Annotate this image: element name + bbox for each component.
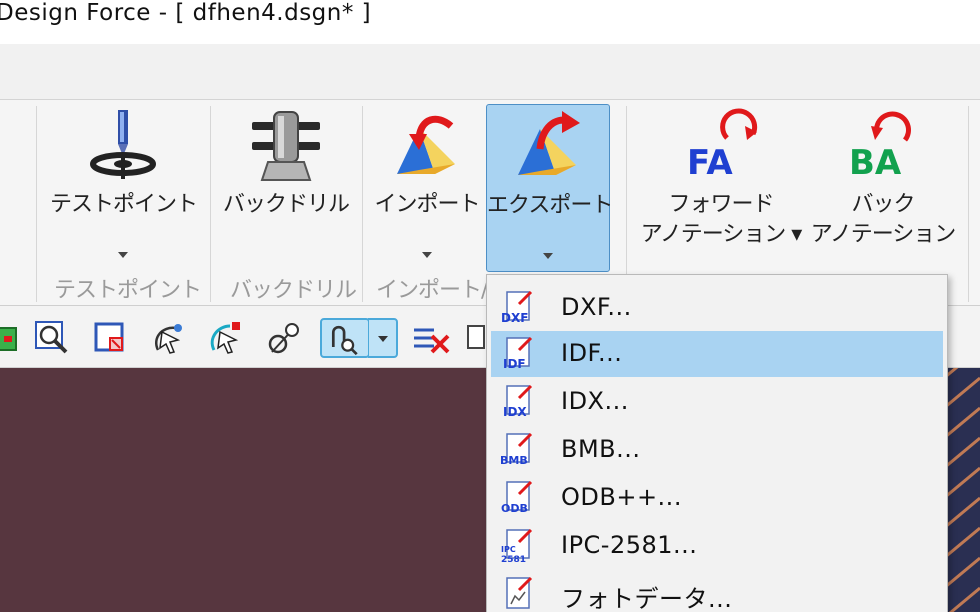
misc-tool-icon[interactable]	[464, 318, 486, 358]
svg-text:IDF: IDF	[503, 357, 526, 371]
svg-text:BMB: BMB	[500, 454, 528, 467]
menu-item-photo-data[interactable]: フォトデータ...	[491, 571, 943, 612]
select-component-icon[interactable]	[206, 318, 246, 358]
back-annotation-icon: BA	[849, 111, 911, 183]
menu-item-idx[interactable]: IDX IDX...	[491, 379, 943, 425]
export-menu: DXF DXF... IDF IDF... IDX IDX... BMB BMB…	[486, 274, 948, 612]
svg-text:ODB: ODB	[501, 502, 528, 515]
svg-text:IDX: IDX	[503, 405, 527, 419]
zoom-select-icon[interactable]	[90, 318, 130, 358]
menu-item-dxf[interactable]: DXF DXF...	[491, 285, 943, 331]
svg-text:DXF: DXF	[501, 311, 528, 325]
zoom-window-icon[interactable]	[32, 318, 72, 358]
photo-data-file-icon	[506, 576, 533, 609]
idf-file-icon: IDF	[503, 336, 533, 371]
menu-item-label: DXF...	[561, 293, 632, 321]
forward-annotation-button[interactable]: FA フォワード アノテーション ▾	[636, 104, 806, 274]
chevron-down-icon	[543, 253, 553, 259]
bmb-file-icon: BMB	[500, 432, 533, 467]
select-net-icon[interactable]	[148, 318, 188, 358]
trace-pattern	[944, 368, 980, 612]
menu-item-bmb[interactable]: BMB BMB...	[491, 427, 943, 473]
menu-item-label: ODB++...	[561, 483, 682, 511]
test-point-probe-icon	[90, 110, 156, 179]
ribbon-separator	[626, 106, 627, 302]
group-label-import-export: インポート/	[376, 278, 488, 303]
forward-annotation-label-2: アノテーション ▾	[640, 222, 803, 247]
ribbon-separator	[210, 106, 211, 302]
back-annotation-label: バック	[851, 192, 915, 217]
fa-icon-text: FA	[687, 143, 733, 183]
ipc-2581-file-icon: IPC 2581	[501, 528, 533, 564]
svg-text:2581: 2581	[501, 555, 526, 564]
export-label: エクスポート	[487, 193, 613, 218]
menu-item-label: フォトデータ...	[561, 585, 733, 612]
back-annotation-label-2: アノテーション	[810, 222, 957, 247]
title-bar: Design Force - [ dfhen4.dsgn* ]	[0, 0, 980, 44]
menu-item-idf[interactable]: IDF IDF...	[491, 331, 943, 377]
route-tool-icon[interactable]	[320, 318, 370, 358]
import-label: インポート	[374, 192, 480, 217]
export-icon	[518, 111, 580, 175]
back-drill-label: バックドリル	[222, 192, 350, 217]
ba-icon-text: BA	[849, 143, 902, 183]
chevron-down-icon	[378, 336, 388, 342]
import-button[interactable]: インポート	[372, 104, 482, 274]
export-button[interactable]: エクスポート	[486, 104, 613, 272]
route-tool-dropdown-button[interactable]	[368, 318, 398, 358]
idx-file-icon: IDX	[503, 384, 533, 419]
dxf-file-icon: DXF	[501, 290, 533, 325]
menu-item-label: IPC-2581...	[561, 531, 698, 559]
back-annotation-button[interactable]: BA バック アノテーション	[808, 104, 958, 274]
ribbon-separator	[36, 106, 37, 302]
design-canvas-traces	[944, 368, 980, 612]
test-point-button[interactable]: テストポイント	[50, 104, 198, 274]
window-title: Design Force - [ dfhen4.dsgn* ]	[0, 0, 372, 26]
menu-item-ipc-2581[interactable]: IPC 2581 IPC-2581...	[491, 523, 943, 569]
svg-text:IPC: IPC	[501, 545, 516, 554]
pick-icon[interactable]	[264, 318, 304, 358]
menu-item-odb[interactable]: ODB ODB++...	[491, 475, 943, 521]
ribbon-separator	[362, 106, 363, 302]
back-drill-button[interactable]: バックドリル	[222, 104, 350, 274]
fanout-delete-icon[interactable]	[412, 318, 452, 358]
menu-item-label: BMB...	[561, 435, 641, 463]
chevron-down-icon	[422, 252, 432, 258]
ribbon-tab-strip	[0, 44, 980, 100]
menu-item-label: IDF...	[561, 339, 623, 367]
grid-select-icon[interactable]	[0, 318, 30, 358]
test-point-label: テストポイント	[50, 192, 198, 217]
ribbon-separator	[968, 106, 969, 302]
forward-annotation-icon: FA	[687, 108, 758, 183]
odb-file-icon: ODB	[501, 480, 533, 515]
group-label-back-drill: バックドリル	[230, 278, 357, 303]
group-label-test-point: テストポイント	[54, 278, 202, 303]
chevron-down-icon	[118, 252, 128, 258]
forward-annotation-label: フォワード	[668, 192, 774, 217]
back-drill-icon	[252, 111, 320, 181]
import-icon	[397, 115, 455, 174]
menu-item-label: IDX...	[561, 387, 629, 415]
